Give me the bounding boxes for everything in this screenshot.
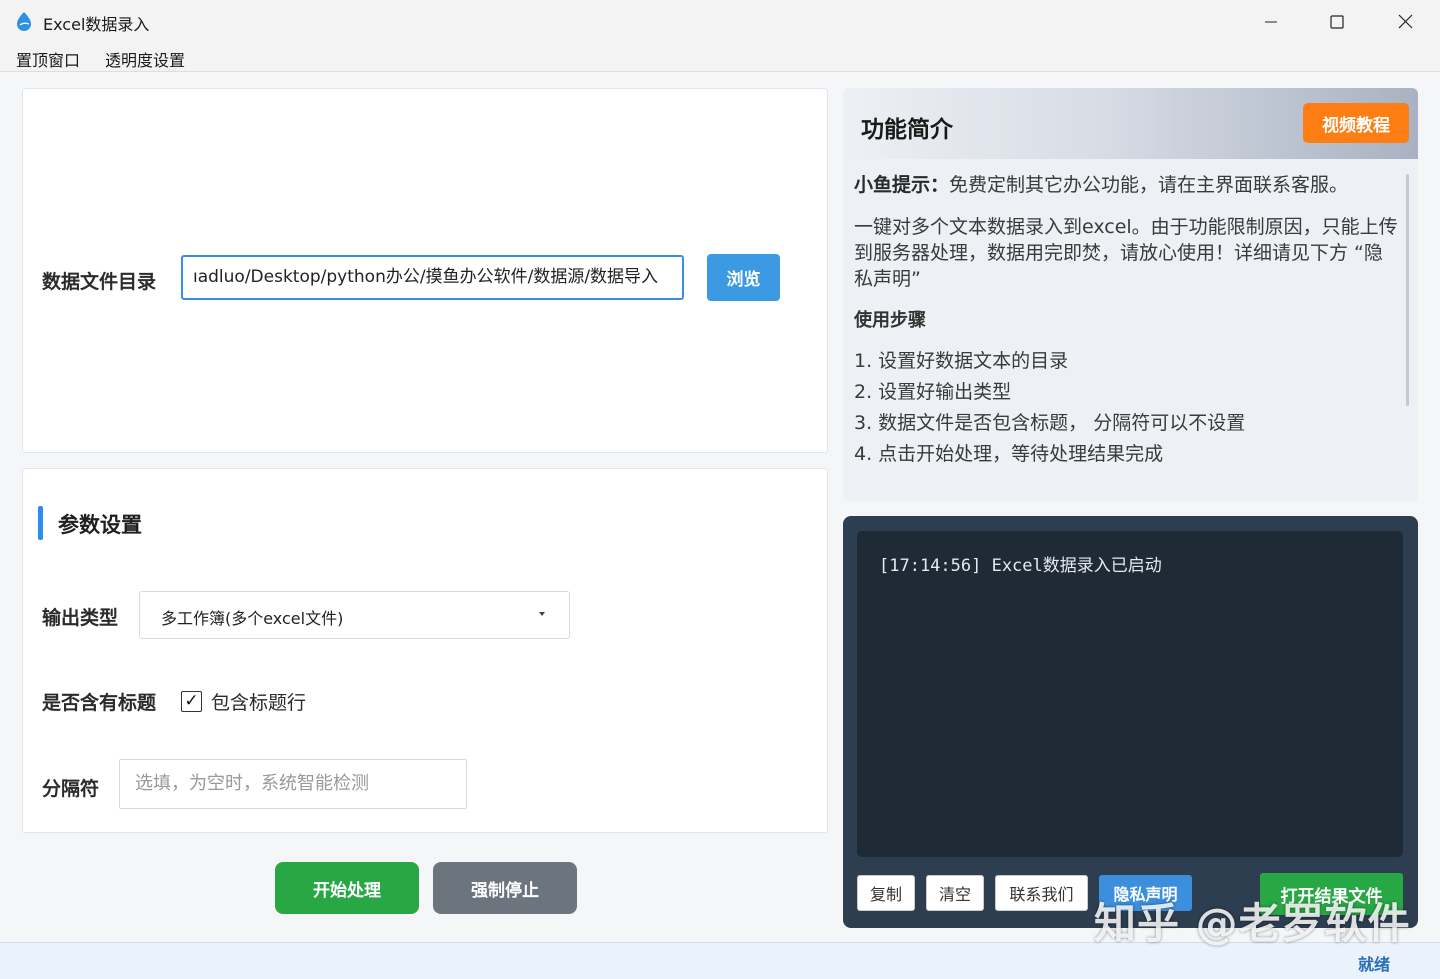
log-output: [17:14:56] Excel数据录入已启动 (857, 531, 1403, 857)
client-area: 数据文件目录 ıadluo/Desktop/python办公/摸鱼办公软件/数据… (0, 72, 1440, 942)
watermark: 知乎 @老罗软件 (1094, 899, 1411, 948)
browse-button[interactable]: 浏览 (707, 254, 780, 301)
info-header: 功能简介 视频教程 (843, 88, 1418, 159)
step-item: 2. 设置好输出类型 (854, 381, 1012, 403)
copy-button[interactable]: 复制 (857, 875, 915, 911)
window-title: Excel数据录入 (43, 15, 150, 34)
menu-item-pin-top[interactable]: 置顶窗口 (16, 47, 80, 71)
info-panel: 功能简介 视频教程 小鱼提示：免费定制其它办公功能，请在主界面联系客服。 一键对… (843, 88, 1418, 501)
video-tutorial-button[interactable]: 视频教程 (1303, 103, 1409, 143)
contact-button[interactable]: 联系我们 (995, 875, 1088, 911)
step-item: 4. 点击开始处理，等待处理结果完成 (854, 443, 1164, 465)
data-dir-panel: 数据文件目录 ıadluo/Desktop/python办公/摸鱼办公软件/数据… (22, 88, 828, 453)
description-text: 一键对多个文本数据录入到excel。由于功能限制原因，只能上传到服务器处理，数据… (854, 216, 1398, 290)
close-button[interactable] (1372, 0, 1438, 43)
section-accent-bar (38, 506, 43, 540)
maximize-icon (1330, 14, 1344, 29)
minimize-icon (1265, 21, 1277, 22)
header-label: 是否含有标题 (42, 692, 157, 714)
output-type-value: 多工作簿(多个excel文件) (161, 609, 344, 628)
check-icon: ✓ (184, 691, 199, 711)
start-button[interactable]: 开始处理 (275, 862, 419, 914)
data-dir-value: ıadluo/Desktop/python办公/摸鱼办公软件/数据源/数据导入 (193, 267, 659, 287)
log-panel: [17:14:56] Excel数据录入已启动 复制 清空 联系我们 隐私声明 … (843, 516, 1418, 928)
separator-label: 分隔符 (42, 778, 100, 800)
tip-paragraph: 小鱼提示：免费定制其它办公功能，请在主界面联系客服。 (854, 172, 1399, 198)
data-dir-input[interactable]: ıadluo/Desktop/python办公/摸鱼办公软件/数据源/数据导入 (181, 255, 684, 300)
step-item: 3. 数据文件是否包含标题， 分隔符可以不设置 (854, 412, 1246, 434)
tip-label: 小鱼提示： (854, 174, 950, 196)
header-checkbox-label[interactable]: 包含标题行 (211, 688, 306, 715)
output-type-label: 输出类型 (42, 607, 119, 629)
menu-item-opacity[interactable]: 透明度设置 (105, 47, 185, 71)
clear-button[interactable]: 清空 (926, 875, 984, 911)
log-line: [17:14:56] Excel数据录入已启动 (879, 556, 1162, 576)
stop-button[interactable]: 强制停止 (433, 862, 577, 914)
data-dir-label: 数据文件目录 (42, 271, 157, 293)
minimize-button[interactable] (1238, 0, 1304, 43)
params-section-title: 参数设置 (58, 513, 142, 537)
separator-input[interactable]: 选填，为空时，系统智能检测 (119, 759, 467, 809)
tip-text: 免费定制其它办公功能，请在主界面联系客服。 (949, 174, 1349, 196)
header-checkbox[interactable]: ✓ (181, 691, 202, 712)
output-type-select[interactable]: 多工作簿(多个excel文件) (139, 591, 570, 639)
status-text: 就绪 (1357, 955, 1390, 974)
steps-title: 使用步骤 (854, 310, 926, 331)
title-bar: Excel数据录入 (0, 0, 1440, 43)
step-item: 1. 设置好数据文本的目录 (854, 350, 1069, 372)
params-panel: 参数设置 输出类型 多工作簿(多个excel文件) 是否含有标题 ✓ 包含标题行… (22, 468, 828, 833)
info-title: 功能简介 (861, 117, 953, 143)
whale-droplet-icon (17, 12, 31, 31)
info-body: 小鱼提示：免费定制其它办公功能，请在主界面联系客服。 一键对多个文本数据录入到e… (854, 172, 1399, 472)
close-icon (1398, 14, 1412, 29)
menu-bar: 置顶窗口 透明度设置 (0, 43, 1440, 72)
caret-down-icon (539, 612, 545, 616)
info-scrollbar[interactable] (1406, 174, 1409, 406)
maximize-button[interactable] (1304, 0, 1370, 43)
